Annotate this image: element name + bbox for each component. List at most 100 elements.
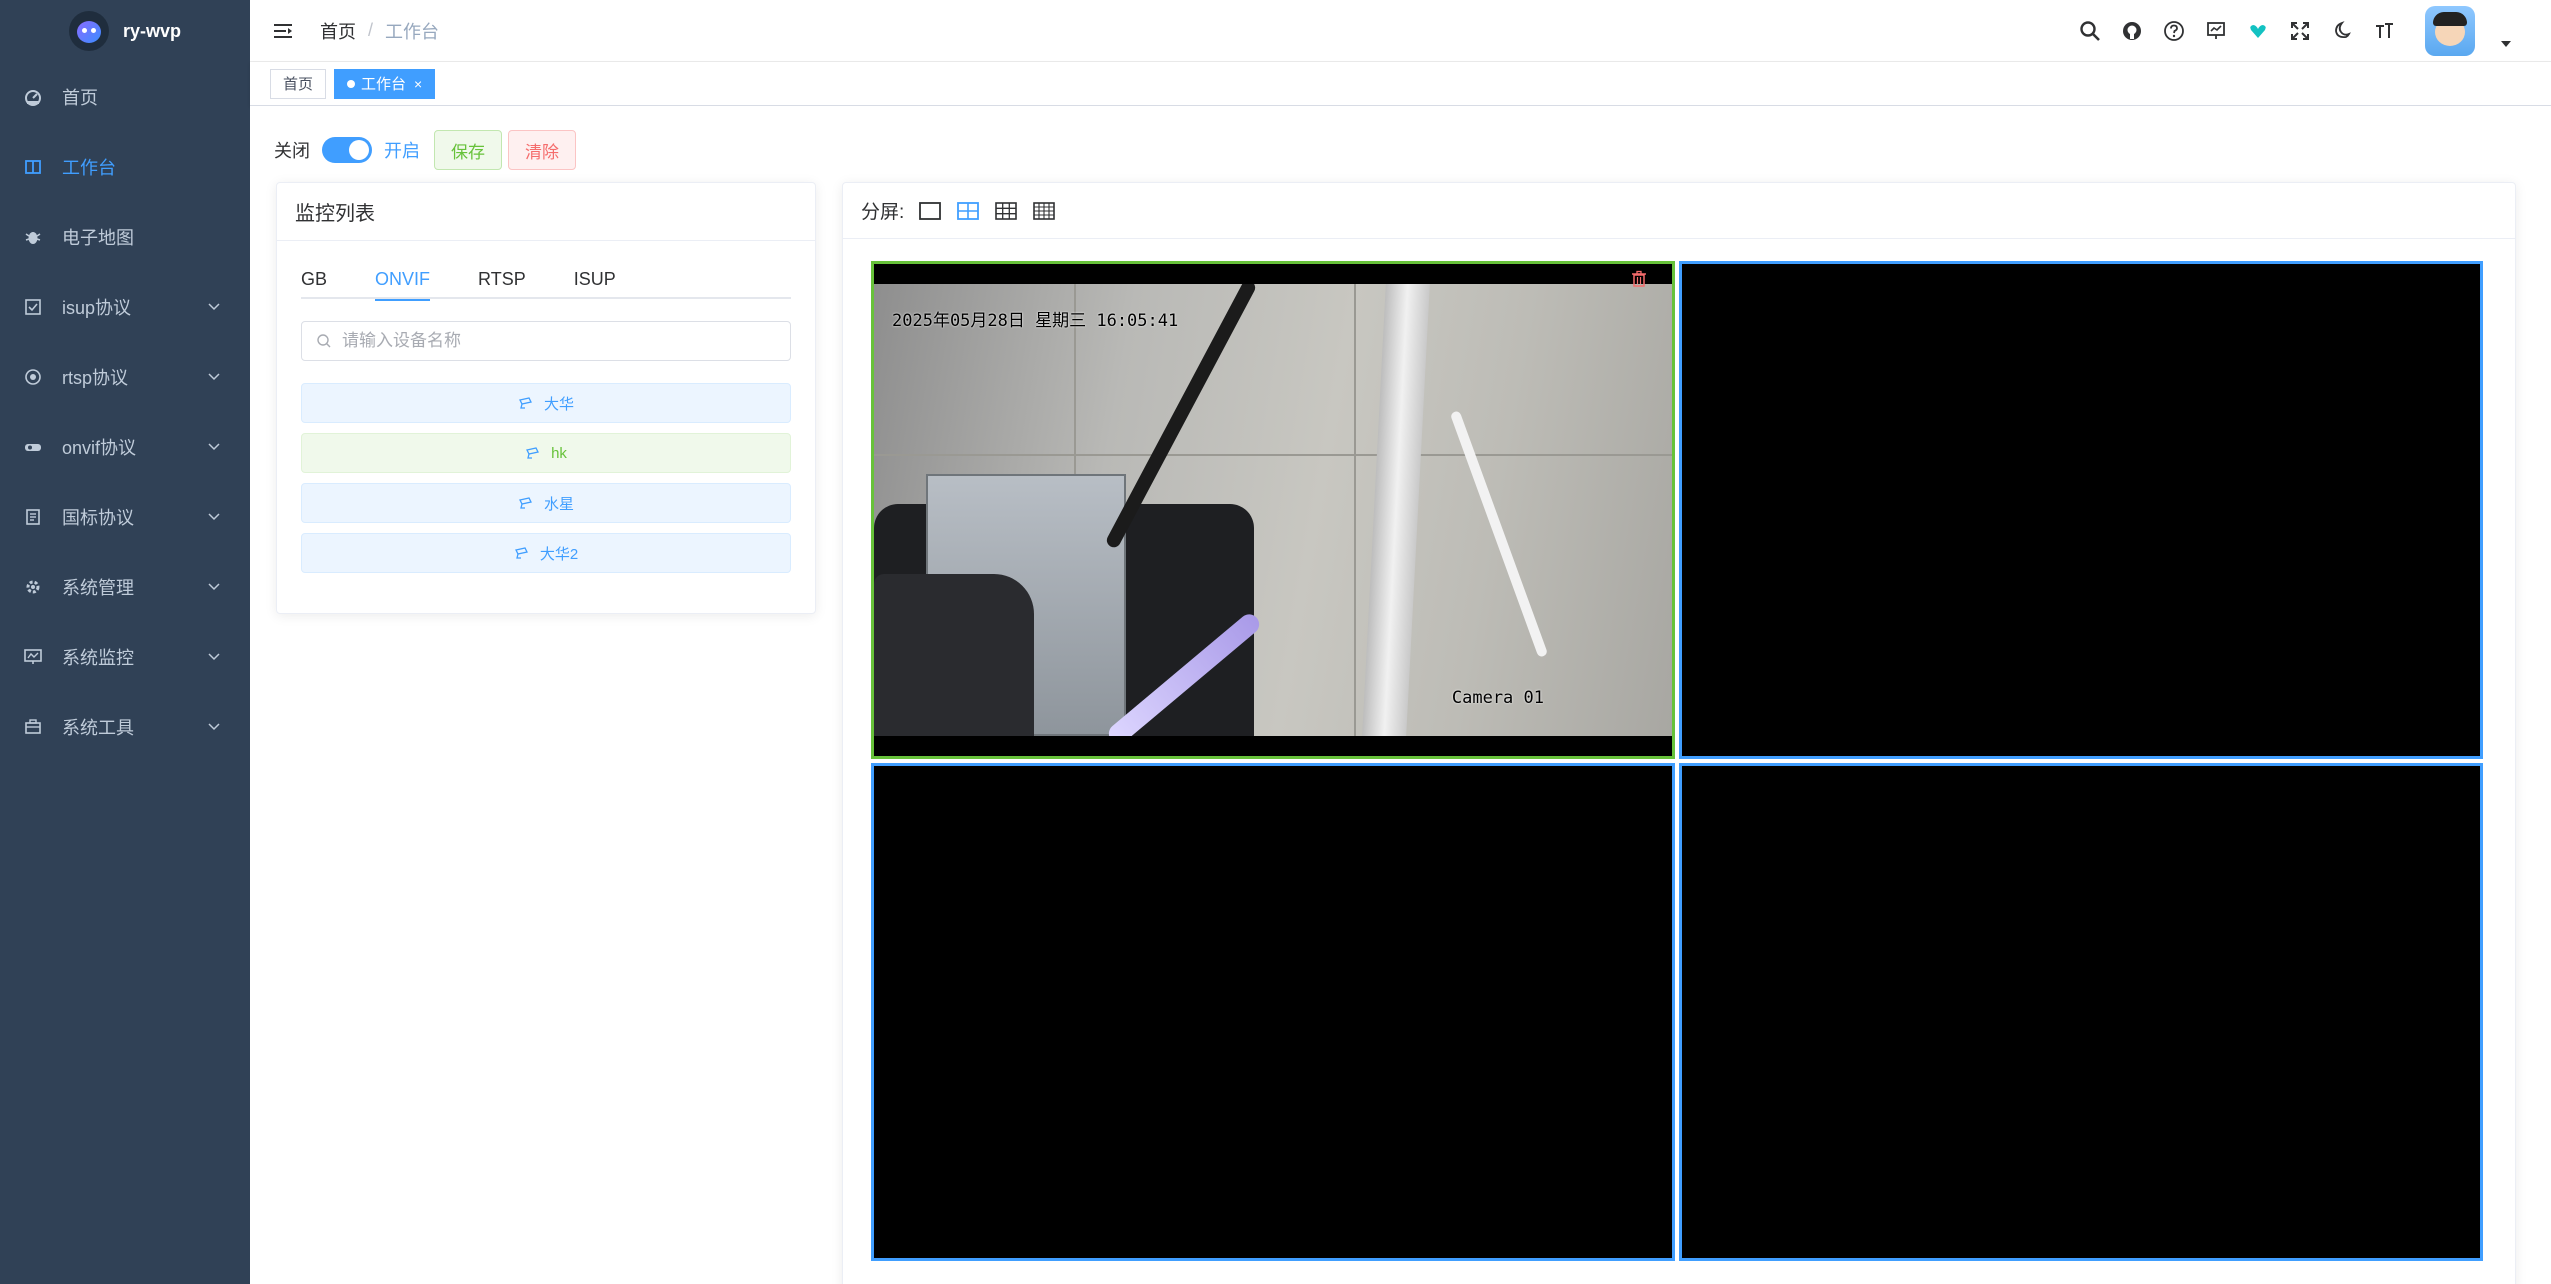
search-icon[interactable] <box>2079 20 2101 42</box>
player-panel: 分屏: 2025年05月28日 星期三 16:05:41 Camera 01 <box>842 182 2516 1284</box>
breadcrumb-current: 工作台 <box>385 21 440 42</box>
device-search[interactable] <box>301 321 791 361</box>
camera-icon <box>519 397 532 409</box>
device-name: 大华 <box>543 395 574 413</box>
avatar[interactable] <box>2425 6 2475 56</box>
sidebar-item-gb[interactable]: 国标协议 <box>0 482 250 552</box>
link-icon <box>24 368 42 386</box>
split-label: 分屏: <box>861 202 905 223</box>
screen-icon[interactable] <box>2205 20 2227 42</box>
search-icon <box>317 334 331 348</box>
device-item-dahua2[interactable]: 大华2 <box>301 533 791 573</box>
monitor-list-panel: 监控列表 GB ONVIF RTSP ISUP 大华 hk 水星 <box>276 182 816 614</box>
sidebar-item-onvif[interactable]: onvif协议 <box>0 412 250 482</box>
main-content: 关闭 开启 保存 清除 监控列表 GB ONVIF RTSP ISUP 大华 h… <box>250 106 2551 1284</box>
search-input[interactable] <box>342 331 762 351</box>
sidebar-item-label: 系统工具 <box>62 718 134 738</box>
tab-gb[interactable]: GB <box>301 259 327 299</box>
device-item-mercury[interactable]: 水星 <box>301 483 791 523</box>
active-dot-icon <box>347 79 356 88</box>
video-grid: 2025年05月28日 星期三 16:05:41 Camera 01 <box>871 261 2483 1261</box>
camera-label: Camera 01 <box>1451 688 1544 708</box>
logo-image <box>68 11 109 51</box>
sidebar-item-home[interactable]: 首页 <box>0 62 250 132</box>
video-cell-2[interactable] <box>1679 261 2483 759</box>
device-name: hk <box>551 444 567 462</box>
sidebar: ry-wvp 首页 工作台 电子地图 isup协议 rtsp协议 onvif协议… <box>0 0 250 1284</box>
save-button[interactable]: 保存 <box>434 130 502 170</box>
split-1-icon[interactable] <box>918 199 942 223</box>
switch-knob <box>349 140 369 160</box>
split-4-icon[interactable] <box>956 199 980 223</box>
question-icon[interactable] <box>2163 20 2185 42</box>
sidebar-item-map[interactable]: 电子地图 <box>0 202 250 272</box>
tab-isup[interactable]: ISUP <box>574 259 616 299</box>
sidebar-item-label: 国标协议 <box>62 508 134 528</box>
tags-view: 首页 工作台 × <box>250 62 2551 106</box>
monitor-icon <box>24 648 42 666</box>
split-16-icon[interactable] <box>1032 199 1056 223</box>
video-cell-1[interactable]: 2025年05月28日 星期三 16:05:41 Camera 01 <box>871 261 1675 759</box>
camera-icon <box>526 447 540 459</box>
sidebar-item-label: 系统监控 <box>62 648 134 668</box>
hamburger-icon[interactable] <box>272 20 294 42</box>
camera-feed: 2025年05月28日 星期三 16:05:41 Camera 01 <box>874 284 1672 736</box>
camera-icon <box>24 438 42 456</box>
video-cell-4[interactable] <box>1679 763 2483 1261</box>
auto-play-switch[interactable] <box>322 137 372 163</box>
close-icon[interactable]: × <box>414 76 422 92</box>
sidebar-item-workbench[interactable]: 工作台 <box>0 132 250 202</box>
tag-label: 首页 <box>283 76 314 93</box>
sidebar-item-label: 首页 <box>62 88 98 108</box>
sidebar-item-label: onvif协议 <box>62 438 137 458</box>
switch-off-label: 关闭 <box>274 141 310 161</box>
chevron-down-icon <box>208 583 220 591</box>
breadcrumb-home[interactable]: 首页 <box>320 18 356 44</box>
split-9-icon[interactable] <box>994 199 1018 223</box>
sidebar-item-isup[interactable]: isup协议 <box>0 272 250 342</box>
navbar-actions <box>2079 0 2511 62</box>
gear-icon <box>24 578 42 596</box>
camera-icon <box>519 497 532 509</box>
navbar: 首页 / 工作台 <box>250 0 2551 62</box>
video-cell-3[interactable] <box>871 763 1675 1261</box>
heart-icon[interactable] <box>2247 20 2269 42</box>
sidebar-item-system[interactable]: 系统管理 <box>0 552 250 622</box>
sidebar-item-tools[interactable]: 系统工具 <box>0 692 250 762</box>
logo[interactable]: ry-wvp <box>0 0 250 62</box>
tab-onvif[interactable]: ONVIF <box>375 259 431 301</box>
split-toolbar: 分屏: <box>843 183 2515 239</box>
video-timestamp: 2025年05月28日 星期三 16:05:41 <box>892 311 1179 331</box>
tab-rtsp[interactable]: RTSP <box>478 259 526 299</box>
dashboard-icon <box>24 88 42 106</box>
chevron-down-icon <box>208 373 220 381</box>
chevron-down-icon <box>208 443 220 451</box>
device-list: 大华 hk 水星 大华2 <box>301 383 791 583</box>
github-icon[interactable] <box>2121 20 2143 42</box>
tag-home[interactable]: 首页 <box>270 68 327 99</box>
font-size-icon[interactable] <box>2373 20 2395 42</box>
caret-down-icon[interactable] <box>2501 41 2511 47</box>
bug-icon <box>24 228 42 246</box>
checkbox-icon <box>24 298 42 316</box>
tag-workbench[interactable]: 工作台 × <box>334 68 436 99</box>
sidebar-item-rtsp[interactable]: rtsp协议 <box>0 342 250 412</box>
sidebar-item-label: isup协议 <box>62 298 132 318</box>
device-name: 水星 <box>543 495 574 513</box>
clear-button[interactable]: 清除 <box>508 130 576 170</box>
camera-icon <box>514 547 528 559</box>
moon-icon[interactable] <box>2331 20 2353 42</box>
device-item-hk[interactable]: hk <box>301 433 791 473</box>
panel-title: 监控列表 <box>277 183 815 241</box>
document-icon <box>24 508 42 526</box>
chevron-down-icon <box>208 653 220 661</box>
trash-icon[interactable] <box>1630 270 1648 288</box>
app-title: ry-wvp <box>122 20 182 41</box>
device-item-dahua[interactable]: 大华 <box>301 383 791 423</box>
sidebar-item-label: 电子地图 <box>62 228 134 248</box>
sidebar-item-monitor[interactable]: 系统监控 <box>0 622 250 692</box>
protocol-tabs: GB ONVIF RTSP ISUP <box>301 259 791 301</box>
fullscreen-icon[interactable] <box>2289 20 2311 42</box>
workbench-icon <box>24 158 42 176</box>
breadcrumb: 首页 / 工作台 <box>320 18 439 44</box>
